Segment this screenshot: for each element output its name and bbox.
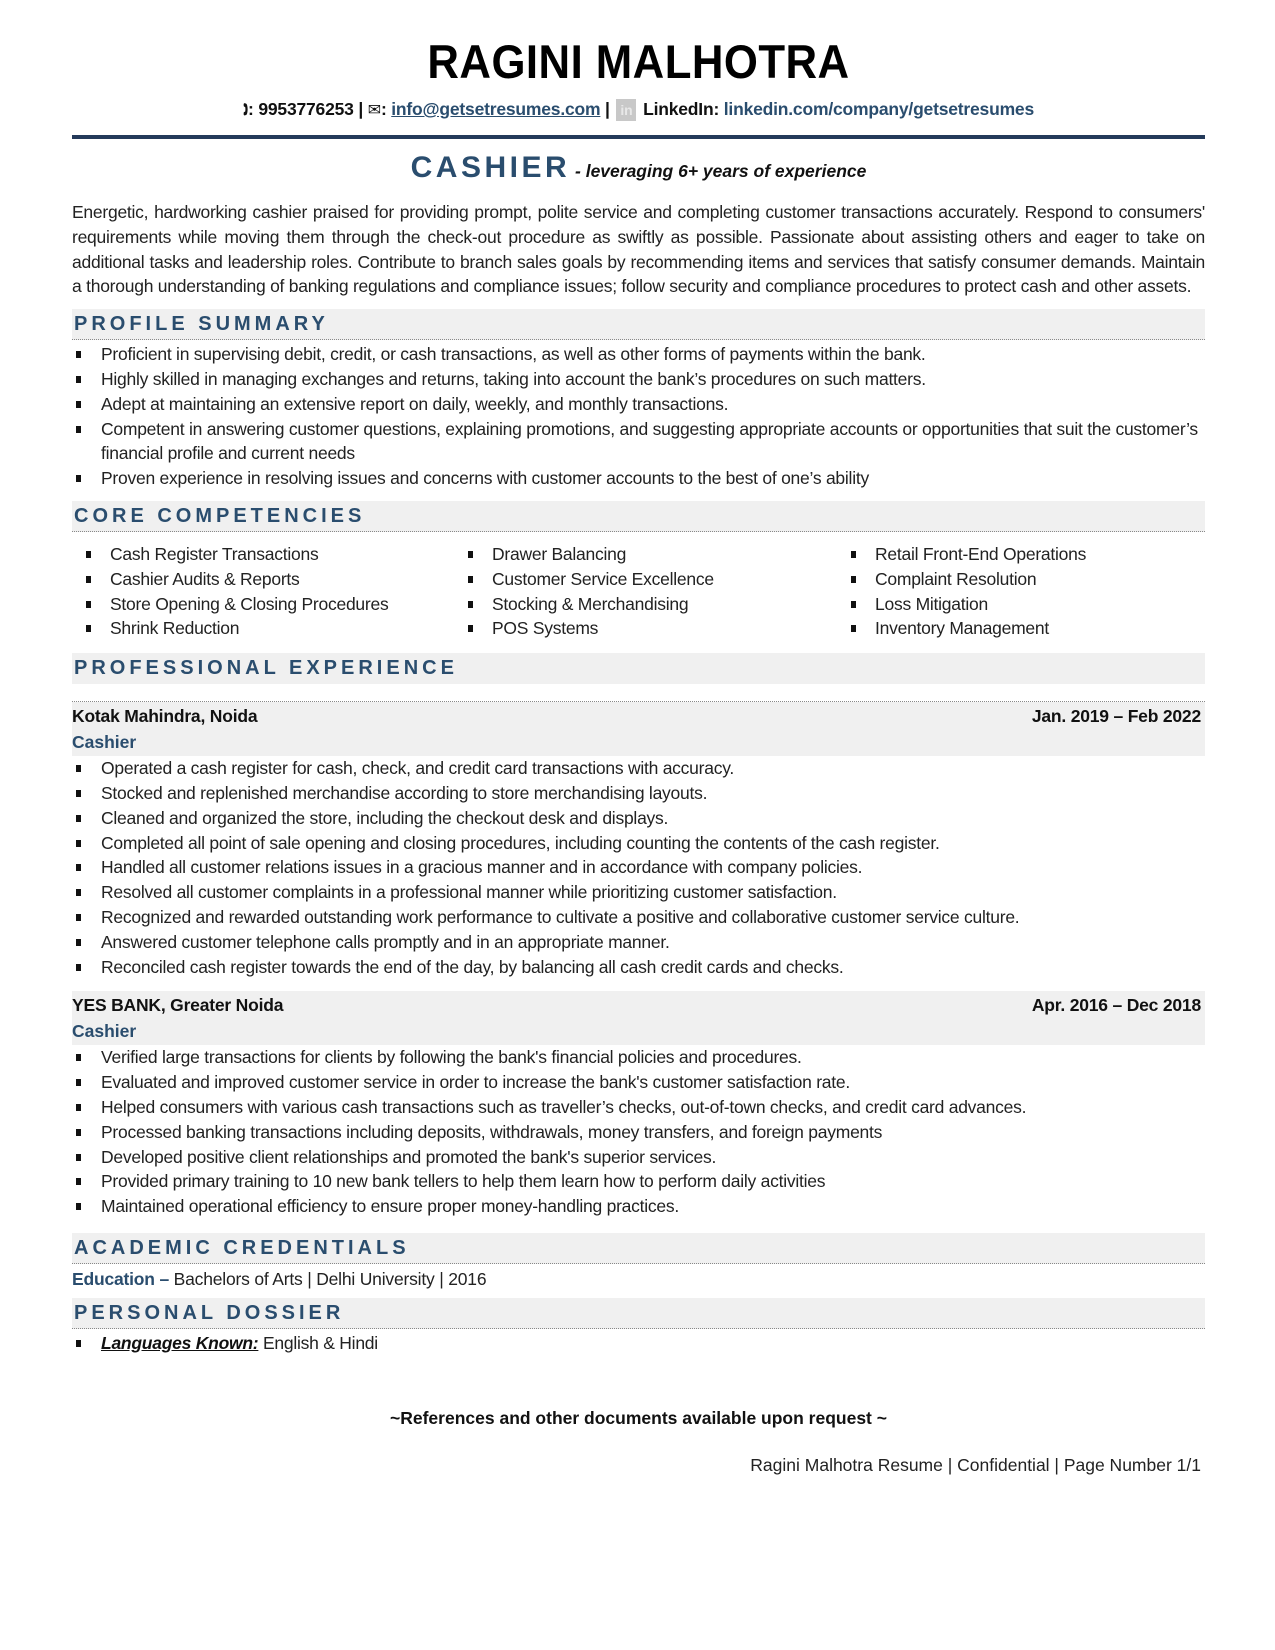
competency-item: Customer Service Excellence — [454, 567, 837, 592]
headline: CASHIER - leveraging 6+ years of experie… — [72, 149, 1205, 187]
header-divider — [72, 135, 1205, 139]
linkedin-icon: in — [616, 99, 637, 122]
list-item: Proven experience in resolving issues an… — [72, 466, 1205, 491]
list-item: Competent in answering customer question… — [72, 417, 1205, 467]
career-summary: Energetic, hardworking cashier praised f… — [72, 202, 1205, 297]
email-link[interactable]: info@getsetresumes.com — [391, 99, 600, 119]
section-heading-academic-credentials: ACADEMIC CREDENTIALS — [72, 1232, 1205, 1264]
job-dates: Apr. 2016 – Dec 2018 — [1031, 995, 1201, 1016]
job-dates: Jan. 2019 – Feb 2022 — [1031, 706, 1201, 727]
competency-item: Shrink Reduction — [72, 616, 454, 641]
list-item: Highly skilled in managing exchanges and… — [72, 367, 1205, 392]
job-header: YES BANK, Greater Noida Apr. 2016 – Dec … — [72, 991, 1205, 1046]
list-item: Maintained operational efficiency to ens… — [72, 1194, 1205, 1219]
section-heading-core-competencies: CORE COMPETENCIES — [72, 500, 1205, 532]
competency-item: POS Systems — [454, 616, 837, 641]
list-item: Cleaned and organized the store, includi… — [72, 806, 1205, 831]
personal-list: Languages Known: English & Hindi — [72, 1331, 1205, 1356]
competency-item: Retail Front-End Operations — [837, 542, 1197, 567]
list-item: Stocked and replenished merchandise acco… — [72, 781, 1205, 806]
page-footer: Ragini Malhotra Resume | Confidential | … — [750, 1454, 1201, 1475]
education-label: Education – — [72, 1268, 169, 1289]
list-item: Recognized and rewarded outstanding work… — [72, 905, 1205, 930]
list-item: Adept at maintaining an extensive report… — [72, 392, 1205, 417]
competency-item: Cashier Audits & Reports — [72, 567, 454, 592]
list-item: Handled all customer relations issues in… — [72, 855, 1205, 880]
company-name: Kotak Mahindra, Noida — [72, 706, 258, 727]
company-name: YES BANK, Greater Noida — [72, 995, 284, 1016]
competency-item: Store Opening & Closing Procedures — [72, 592, 454, 617]
resume-page: RAGINI MALHOTRA 🕽: 9953776253 | ✉: info@… — [72, 0, 1205, 1476]
section-divider — [72, 684, 1205, 703]
section-heading-profile-summary: PROFILE SUMMARY — [72, 309, 1205, 341]
competency-item: Cash Register Transactions — [72, 542, 454, 567]
competencies-column: Retail Front-End Operations Complaint Re… — [837, 542, 1197, 641]
list-item: Reconciled cash register towards the end… — [72, 955, 1205, 980]
list-item: Processed banking transactions including… — [72, 1120, 1205, 1145]
job-title: Cashier — [72, 732, 137, 753]
job-title: Cashier — [72, 1021, 137, 1042]
languages-value: English & Hindi — [258, 1332, 378, 1353]
competency-item: Drawer Balancing — [454, 542, 837, 567]
role-title: CASHIER — [410, 151, 571, 184]
competency-item: Loss Mitigation — [837, 592, 1197, 617]
competencies-column: Cash Register Transactions Cashier Audit… — [72, 542, 454, 641]
linkedin-link[interactable]: linkedin.com/company/getsetresumes — [724, 99, 1034, 119]
education-entry: Education – Bachelors of Arts | Delhi Un… — [72, 1267, 1205, 1291]
list-item: Helped consumers with various cash trans… — [72, 1095, 1205, 1120]
contact-line: 🕽: 9953776253 | ✉: info@getsetresumes.co… — [72, 96, 1205, 122]
competencies-grid: Cash Register Transactions Cashier Audit… — [72, 542, 1205, 641]
languages-label: Languages Known: — [101, 1332, 259, 1353]
linkedin-label: LinkedIn: — [643, 99, 720, 119]
list-item: Languages Known: English & Hindi — [72, 1331, 1205, 1356]
list-item: Provided primary training to 10 new bank… — [72, 1169, 1205, 1194]
list-item: Developed positive client relationships … — [72, 1145, 1205, 1170]
candidate-name: RAGINI MALHOTRA — [427, 35, 850, 88]
list-item: Proficient in supervising debit, credit,… — [72, 342, 1205, 367]
competencies-column: Drawer Balancing Customer Service Excell… — [454, 542, 837, 641]
job-row: YES BANK, Greater Noida Apr. 2016 – Dec … — [72, 991, 1201, 1019]
list-item: Completed all point of sale opening and … — [72, 831, 1205, 856]
list-item: Answered customer telephone calls prompt… — [72, 930, 1205, 955]
section-heading-personal-dossier: PERSONAL DOSSIER — [72, 1297, 1205, 1329]
competency-item: Complaint Resolution — [837, 567, 1197, 592]
job-header: Kotak Mahindra, Noida Jan. 2019 – Feb 20… — [72, 702, 1205, 757]
list-item: Operated a cash register for cash, check… — [72, 756, 1205, 781]
references-note: ~References and other documents availabl… — [390, 1407, 887, 1428]
list-item: Evaluated and improved customer service … — [72, 1070, 1205, 1095]
competency-item: Inventory Management — [837, 616, 1197, 641]
envelope-icon: ✉ — [367, 102, 381, 119]
job-bullets: Operated a cash register for cash, check… — [72, 756, 1205, 979]
job-bullets: Verified large transactions for clients … — [72, 1045, 1205, 1219]
list-item: Resolved all customer complaints in a pr… — [72, 880, 1205, 905]
competency-item: Stocking & Merchandising — [454, 592, 837, 617]
job-row: Kotak Mahindra, Noida Jan. 2019 – Feb 20… — [72, 702, 1201, 730]
role-tagline: - leveraging 6+ years of experience — [570, 161, 867, 181]
section-heading-professional-experience: PROFESSIONAL EXPERIENCE — [72, 653, 1205, 685]
phone-number: 9953776253 — [258, 99, 354, 119]
education-value: Bachelors of Arts | Delhi University | 2… — [168, 1268, 487, 1289]
profile-summary-list: Proficient in supervising debit, credit,… — [72, 342, 1205, 491]
list-item: Verified large transactions for clients … — [72, 1045, 1205, 1070]
